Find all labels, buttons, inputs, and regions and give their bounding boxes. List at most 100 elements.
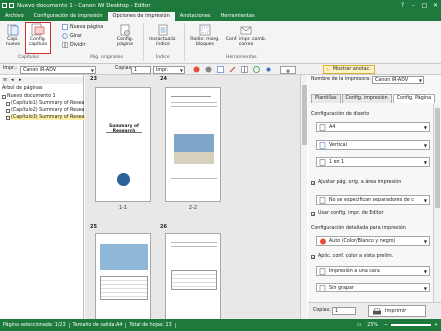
config-chapter-button[interactable]: Config. capítulo <box>25 22 51 54</box>
pages-per-sheet-value: 1 en 1 <box>329 160 345 165</box>
split-button[interactable]: Dividir <box>62 42 86 48</box>
annotation-icon: ✎ <box>326 67 330 72</box>
punch-icon[interactable] <box>265 66 272 73</box>
page-thumbnail[interactable] <box>95 233 151 319</box>
page-thumbnail[interactable]: Summary of Research <box>95 87 151 202</box>
expand-icon[interactable]: ◂ <box>11 77 14 83</box>
fit-page-icon[interactable]: ▭ <box>354 323 365 328</box>
rotate-button[interactable]: Girar <box>62 33 82 39</box>
tree-item-chapter2[interactable]: (Capítulo2) Summary of Resea <box>6 108 85 113</box>
insert-index-button[interactable]: Ins/actualiz. índice <box>147 24 179 47</box>
paper-size-select[interactable]: A4 ▼ <box>316 122 430 132</box>
fit-to-area-label: Ajustar pág. orig. a área impresión <box>318 180 402 185</box>
config-page-button[interactable]: Config. página <box>113 24 137 47</box>
use-editor-config-checkbox[interactable]: ✓ Usar config. impr. de Editor <box>311 211 384 218</box>
print-button-label: Impr. <box>156 68 169 73</box>
separator-select[interactable]: No se especifican separadores de c ▼ <box>316 195 430 205</box>
grayscale-icon[interactable] <box>205 66 212 73</box>
settings-tabs: Plantillas Config. impresión Config. Pág… <box>308 94 441 103</box>
checkbox[interactable] <box>6 108 10 113</box>
status-total-sheets: Total de hojas: 23 <box>126 322 176 328</box>
color-icon[interactable] <box>193 66 200 73</box>
duplex-select[interactable]: Impresión a una cara ▼ <box>316 266 430 276</box>
vertical-scrollbar[interactable] <box>300 75 307 319</box>
print-button[interactable]: Imprimir <box>368 305 426 317</box>
page-label: 2-2 <box>188 205 198 211</box>
apply-color-preview-checkbox[interactable]: ✓ Aplic. conf. color a vista prelim. <box>311 254 394 261</box>
margin-icon <box>199 24 211 36</box>
text-line <box>171 246 217 247</box>
duplex-icon[interactable] <box>217 66 224 73</box>
zoom-out-icon[interactable]: − <box>381 323 391 328</box>
config-page-label: Config. página <box>116 37 134 47</box>
tab-plantillas[interactable]: Plantillas <box>311 94 341 103</box>
maximize-button[interactable]: □ <box>419 0 430 11</box>
pages-per-sheet-select[interactable]: 1 en 1 ▼ <box>316 157 430 167</box>
page-tree-panel: ≡ ◂ ▸ Árbol de páginas Nuevo documento 1… <box>0 75 85 319</box>
fit-to-area-checkbox[interactable]: ✓ Ajustar pág. orig. a área impresión <box>311 180 402 187</box>
pin-icon[interactable]: ▸ <box>19 77 22 83</box>
chevron-down-icon: ▼ <box>423 143 427 148</box>
mail-merge-button[interactable]: Conf. impr. comb. correo <box>224 24 268 47</box>
printer-select[interactable]: Canon iR-ADV ▼ <box>20 66 96 74</box>
tab-anotaciones[interactable]: Anotaciones <box>175 12 216 21</box>
copies-input[interactable]: 1 <box>332 307 356 315</box>
tab-opciones-impresion[interactable]: Opciones de impresión <box>107 12 175 21</box>
copy-new-icon <box>7 24 19 36</box>
orientation-icon <box>319 142 326 149</box>
tree-root[interactable]: Nuevo documento 1 <box>2 94 56 99</box>
layout-icon[interactable] <box>241 66 248 73</box>
checkbox[interactable] <box>6 101 10 106</box>
tab-config-pagina[interactable]: Config. Página <box>392 94 436 103</box>
tab-configuracion-impresion[interactable]: Configuración de impresión <box>29 12 108 21</box>
tree-item-chapter1[interactable]: (Capítulo1) Summary of Resea <box>6 101 85 106</box>
scrollbar-thumb[interactable] <box>302 85 307 145</box>
duplex-value: Impresión a una cara <box>329 269 380 274</box>
color-mode-select[interactable]: Auto (Color/Blanco y negro) ▼ <box>316 236 430 246</box>
tab-config-impresion[interactable]: Config. impresión <box>341 94 392 103</box>
finishing-select[interactable]: Sin grapar ▼ <box>316 283 430 292</box>
checkbox[interactable]: ✓ <box>311 180 316 187</box>
checkbox[interactable] <box>6 115 10 120</box>
help-button[interactable]: ? <box>397 0 408 11</box>
margin-blocks-button[interactable]: Radio: marg. bloques <box>187 24 223 47</box>
new-page-label: Nueva página <box>70 24 104 30</box>
close-button[interactable]: ✕ <box>430 0 441 11</box>
scrollbar-thumb[interactable] <box>435 108 440 208</box>
minimize-button[interactable]: – <box>408 0 419 11</box>
chevron-down-icon: ▼ <box>423 286 427 291</box>
pages-per-sheet-button[interactable]: ▦ <box>280 66 296 74</box>
ribbon: Copi. nuevo Config. capítulo Nueva págin… <box>0 21 441 64</box>
watermark-icon[interactable] <box>253 66 260 73</box>
detail-section-label: Configuración detallada para impresión <box>311 226 406 231</box>
collapse-icon[interactable]: ≡ <box>3 77 7 83</box>
use-editor-config-label: Usar config. impr. de Editor <box>318 211 384 216</box>
show-annotations-button[interactable]: ✎ Mostrar anotac. <box>323 65 375 74</box>
checkbox[interactable]: ✓ <box>311 254 316 261</box>
copies-input[interactable]: 1 <box>131 66 151 74</box>
page-tree-header: Árbol de páginas <box>2 86 43 91</box>
text-line <box>171 102 217 103</box>
copy-new-button[interactable]: Copi. nuevo <box>3 24 23 47</box>
apply-color-preview-label: Aplic. conf. color a vista prelim. <box>318 254 394 259</box>
tab-archivo[interactable]: Archivo <box>0 12 29 21</box>
staple-icon[interactable] <box>229 66 236 73</box>
logo <box>117 173 130 186</box>
zoom-in-icon[interactable]: + <box>431 323 441 328</box>
new-page-button[interactable]: Nueva página <box>62 24 103 30</box>
checkbox[interactable]: ✓ <box>311 211 316 218</box>
text-line <box>171 178 217 179</box>
orientation-select[interactable]: Vertical ▼ <box>316 140 430 150</box>
print-button[interactable]: Impr. ▼ <box>153 66 185 74</box>
settings-scrollbar[interactable] <box>433 104 440 302</box>
printer-name-select[interactable]: Canon iR-ADV ▼ <box>372 76 424 84</box>
checkbox[interactable] <box>2 94 6 99</box>
tab-herramientas[interactable]: Herramientas <box>216 12 260 21</box>
printer-icon <box>373 308 381 315</box>
zoom-slider[interactable] <box>390 324 431 326</box>
tree-item-chapter3[interactable]: (Capítulo3) Summary of Resea <box>6 115 85 120</box>
page-thumbnail[interactable] <box>165 87 221 202</box>
page-thumbnail[interactable] <box>165 233 221 319</box>
ribbon-separator <box>184 23 185 61</box>
chevron-down-icon: ▼ <box>179 68 183 73</box>
